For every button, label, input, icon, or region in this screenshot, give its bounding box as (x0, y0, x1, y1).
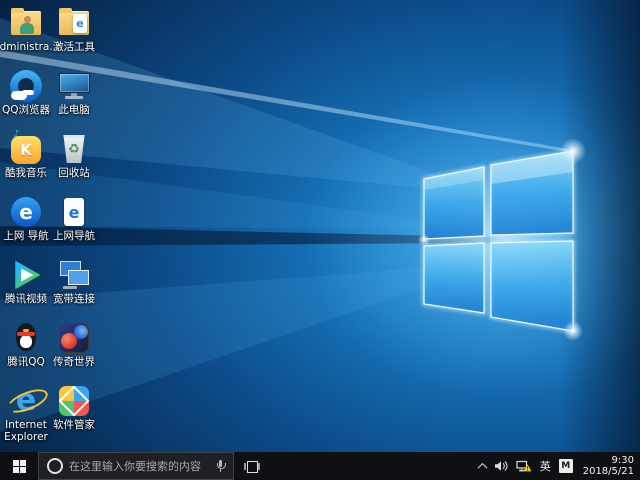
software-manager-icon (57, 384, 91, 418)
icon-label: 软件管家 (53, 419, 95, 431)
windows-logo-icon (13, 460, 26, 473)
dual-monitor-icon (57, 258, 91, 292)
desktop-icon-tencent-video[interactable]: 腾讯视频 (2, 255, 50, 318)
speaker-icon[interactable] (494, 460, 508, 472)
desktop-icon-qq-browser[interactable]: QQ浏览器 (2, 66, 50, 129)
desktop-icon-internet-explorer[interactable]: e Internet Explorer (2, 381, 50, 444)
edge-document-icon: e (57, 195, 91, 229)
task-view-button[interactable] (234, 452, 270, 480)
desktop-icon-this-pc[interactable]: 此电脑 (50, 66, 98, 129)
ime-language-indicator[interactable]: 英 (540, 458, 551, 474)
desktop-icon-kuwo-music[interactable]: ♪ K 酷我音乐 (2, 129, 50, 192)
folder-with-edge-doc-icon: e (57, 6, 91, 40)
monitor-icon (57, 69, 91, 103)
clock[interactable]: 9:30 2018/5/21 (581, 455, 634, 478)
blue-e-circle-icon: e (9, 195, 43, 229)
desktop-icon-web-navigation-circle[interactable]: e 上网 导航 (2, 192, 50, 255)
task-view-icon (244, 460, 260, 473)
ime-mode-icon[interactable]: M (559, 459, 573, 473)
desktop-icon-legend-world-game[interactable]: 传奇世界 (50, 318, 98, 381)
search-placeholder: 在这里输入你要搜索的内容 (69, 458, 210, 474)
icon-label: 回收站 (58, 167, 90, 179)
icon-label: 传奇世界 (53, 356, 95, 368)
start-button[interactable] (0, 452, 38, 480)
recycle-bin-icon: ♻ (57, 132, 91, 166)
windows-desktop-screen: Administra... e 激活工具 QQ浏览器 此电脑 (0, 0, 640, 480)
taskbar: 在这里输入你要搜索的内容 英 M 9:30 (0, 452, 640, 480)
penguin-icon (9, 321, 43, 355)
icon-label: 腾讯QQ (7, 356, 45, 368)
desktop-icons: Administra... e 激活工具 QQ浏览器 此电脑 (2, 3, 98, 444)
cortana-circle-icon (47, 458, 63, 474)
icon-label: QQ浏览器 (2, 104, 50, 116)
tray-date: 2018/5/21 (583, 466, 634, 478)
game-orb-icon (57, 321, 91, 355)
icon-label: 宽带连接 (53, 293, 95, 305)
desktop-icon-tencent-qq[interactable]: 腾讯QQ (2, 318, 50, 381)
edge-doc-icon: e (73, 14, 87, 33)
play-triangle-icon (9, 258, 43, 292)
music-note-icon: ♪ (13, 129, 19, 140)
tray-time: 9:30 (583, 455, 634, 467)
desktop-icon-broadband-connection[interactable]: 宽带连接 (50, 255, 98, 318)
desktop-icon-activation-tool[interactable]: e 激活工具 (50, 3, 98, 66)
desktop-icon-software-manager[interactable]: 软件管家 (50, 381, 98, 444)
icon-label: 激活工具 (53, 41, 95, 53)
desktop-icon-administrator-folder[interactable]: Administra... (2, 3, 50, 66)
show-hidden-icons-chevron[interactable] (477, 462, 487, 472)
icon-label: 腾讯视频 (5, 293, 47, 305)
icon-label: 酷我音乐 (5, 167, 47, 179)
icon-label: 上网导航 (53, 230, 95, 242)
internet-explorer-icon: e (9, 384, 43, 418)
qq-browser-icon (9, 69, 43, 103)
icon-label: 上网 导航 (3, 230, 48, 242)
microphone-icon[interactable] (216, 460, 225, 472)
search-box[interactable]: 在这里输入你要搜索的内容 (38, 452, 234, 480)
desktop-icon-recycle-bin[interactable]: ♻ 回收站 (50, 129, 98, 192)
system-tray: 英 M 9:30 2018/5/21 (479, 452, 640, 480)
desktop[interactable]: Administra... e 激活工具 QQ浏览器 此电脑 (0, 0, 640, 452)
icon-label: 此电脑 (58, 104, 90, 116)
user-folder-icon (9, 6, 43, 40)
network-warning-icon[interactable] (516, 460, 532, 473)
kuwo-music-icon: ♪ K (9, 132, 43, 166)
desktop-icon-web-navigation-doc[interactable]: e 上网导航 (50, 192, 98, 255)
icon-label: Internet Explorer (0, 419, 53, 443)
